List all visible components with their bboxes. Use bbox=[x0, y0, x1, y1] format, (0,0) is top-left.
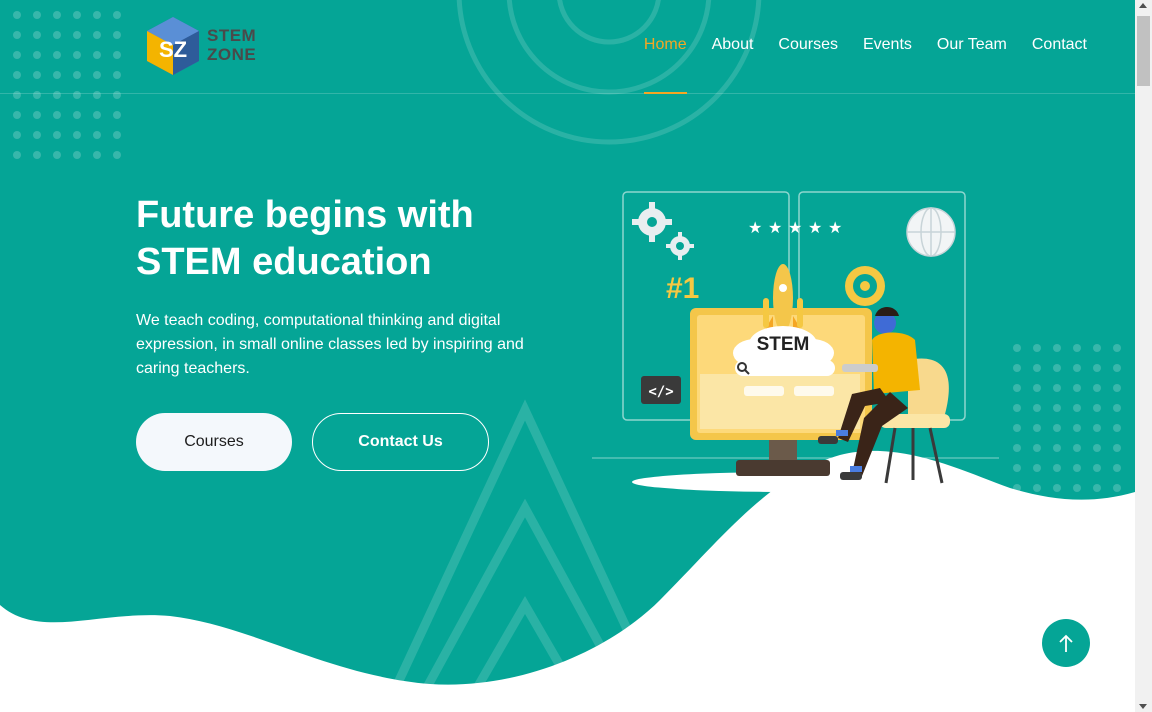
hero-title-line2: STEM education bbox=[136, 241, 432, 283]
gears-icon bbox=[632, 202, 694, 260]
nav-item-about[interactable]: About bbox=[712, 36, 754, 94]
rank-label: #1 bbox=[666, 272, 699, 305]
monitor-stand bbox=[736, 460, 830, 476]
nav-item-our-team[interactable]: Our Team bbox=[937, 36, 1007, 94]
svg-text:★: ★ bbox=[788, 218, 802, 237]
nav-item-events[interactable]: Events bbox=[863, 36, 912, 94]
nav-item-courses[interactable]: Courses bbox=[778, 36, 838, 94]
target-icon bbox=[845, 266, 885, 306]
contact-us-button[interactable]: Contact Us bbox=[312, 413, 489, 471]
back-to-top-button[interactable] bbox=[1042, 619, 1090, 667]
logo-mark-icon: SZ bbox=[147, 17, 199, 75]
hero-illustration: #1 ★ ★ ★ ★ ★ STEM </> bbox=[592, 191, 999, 492]
scroll-up-arrow-icon[interactable] bbox=[1139, 3, 1147, 8]
vertical-scrollbar[interactable] bbox=[1135, 0, 1152, 712]
page: SZ STEM ZONE Home About Courses Events O… bbox=[0, 0, 1135, 712]
scroll-down-arrow-icon[interactable] bbox=[1139, 704, 1147, 709]
courses-button[interactable]: Courses bbox=[136, 413, 292, 471]
logo-monogram: SZ bbox=[159, 37, 187, 62]
svg-text:★: ★ bbox=[828, 218, 842, 237]
search-bar bbox=[735, 360, 835, 376]
svg-text:★: ★ bbox=[808, 218, 822, 237]
logo-wordmark: STEM ZONE bbox=[207, 26, 256, 64]
svg-text:★: ★ bbox=[768, 218, 782, 237]
globe-icon bbox=[906, 207, 956, 257]
nav-item-home[interactable]: Home bbox=[643, 36, 687, 94]
arrow-up-icon bbox=[1059, 634, 1073, 652]
scroll-thumb[interactable] bbox=[1137, 16, 1150, 86]
nav-item-contact[interactable]: Contact bbox=[1032, 36, 1087, 94]
rating-stars-icon: ★ ★ ★ ★ ★ bbox=[748, 218, 842, 237]
hero-title: Future begins with STEM education bbox=[136, 192, 536, 286]
hero-title-line1: Future begins with bbox=[136, 194, 474, 236]
site-header: SZ STEM ZONE Home About Courses Events O… bbox=[0, 0, 1135, 94]
svg-text:★: ★ bbox=[748, 218, 762, 237]
hero-description: We teach coding, computational thinking … bbox=[136, 312, 524, 377]
logo-line1: STEM bbox=[207, 26, 257, 45]
code-label: </> bbox=[648, 384, 673, 400]
screen-label: STEM bbox=[757, 334, 810, 355]
main-nav: Home About Courses Events Our Team Conta… bbox=[643, 36, 1087, 94]
logo-line2: ZONE bbox=[207, 45, 257, 64]
logo[interactable]: SZ STEM ZONE bbox=[143, 15, 273, 77]
